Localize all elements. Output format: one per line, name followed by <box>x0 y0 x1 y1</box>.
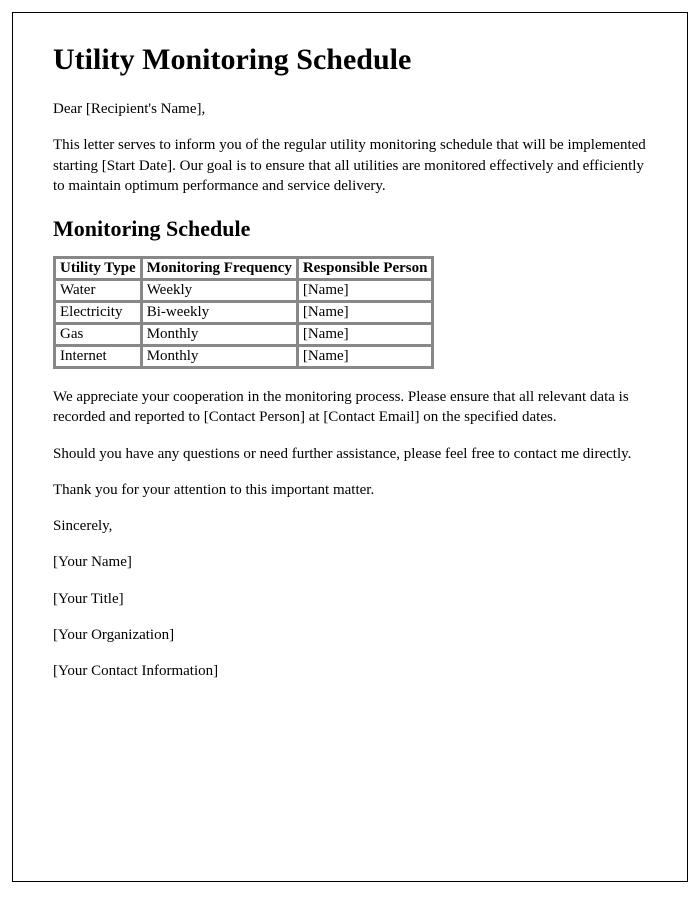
signature-name: [Your Name] <box>53 552 647 572</box>
cell-utility: Gas <box>55 324 141 345</box>
cell-utility: Electricity <box>55 302 141 323</box>
questions-paragraph: Should you have any questions or need fu… <box>53 444 647 464</box>
signature-title: [Your Title] <box>53 589 647 609</box>
cell-responsible: [Name] <box>298 280 433 301</box>
cell-frequency: Monthly <box>142 346 297 367</box>
thanks-paragraph: Thank you for your attention to this imp… <box>53 480 647 500</box>
cell-utility: Internet <box>55 346 141 367</box>
table-row: Water Weekly [Name] <box>55 280 432 301</box>
closing-line: Sincerely, <box>53 516 647 536</box>
table-row: Gas Monthly [Name] <box>55 324 432 345</box>
table-row: Electricity Bi-weekly [Name] <box>55 302 432 323</box>
cell-responsible: [Name] <box>298 346 433 367</box>
cell-utility: Water <box>55 280 141 301</box>
cell-frequency: Monthly <box>142 324 297 345</box>
cooperation-paragraph: We appreciate your cooperation in the mo… <box>53 387 647 428</box>
greeting-line: Dear [Recipient's Name], <box>53 99 647 119</box>
table-row: Internet Monthly [Name] <box>55 346 432 367</box>
signature-contact: [Your Contact Information] <box>53 661 647 681</box>
table-header-frequency: Monitoring Frequency <box>142 258 297 279</box>
signature-org: [Your Organization] <box>53 625 647 645</box>
schedule-table: Utility Type Monitoring Frequency Respon… <box>53 256 434 369</box>
table-header-responsible: Responsible Person <box>298 258 433 279</box>
schedule-heading: Monitoring Schedule <box>53 216 647 242</box>
cell-frequency: Weekly <box>142 280 297 301</box>
page-title: Utility Monitoring Schedule <box>53 43 647 77</box>
cell-responsible: [Name] <box>298 302 433 323</box>
cell-frequency: Bi-weekly <box>142 302 297 323</box>
table-header-row: Utility Type Monitoring Frequency Respon… <box>55 258 432 279</box>
cell-responsible: [Name] <box>298 324 433 345</box>
table-header-utility: Utility Type <box>55 258 141 279</box>
document-page: Utility Monitoring Schedule Dear [Recipi… <box>12 12 688 882</box>
intro-paragraph: This letter serves to inform you of the … <box>53 135 647 196</box>
